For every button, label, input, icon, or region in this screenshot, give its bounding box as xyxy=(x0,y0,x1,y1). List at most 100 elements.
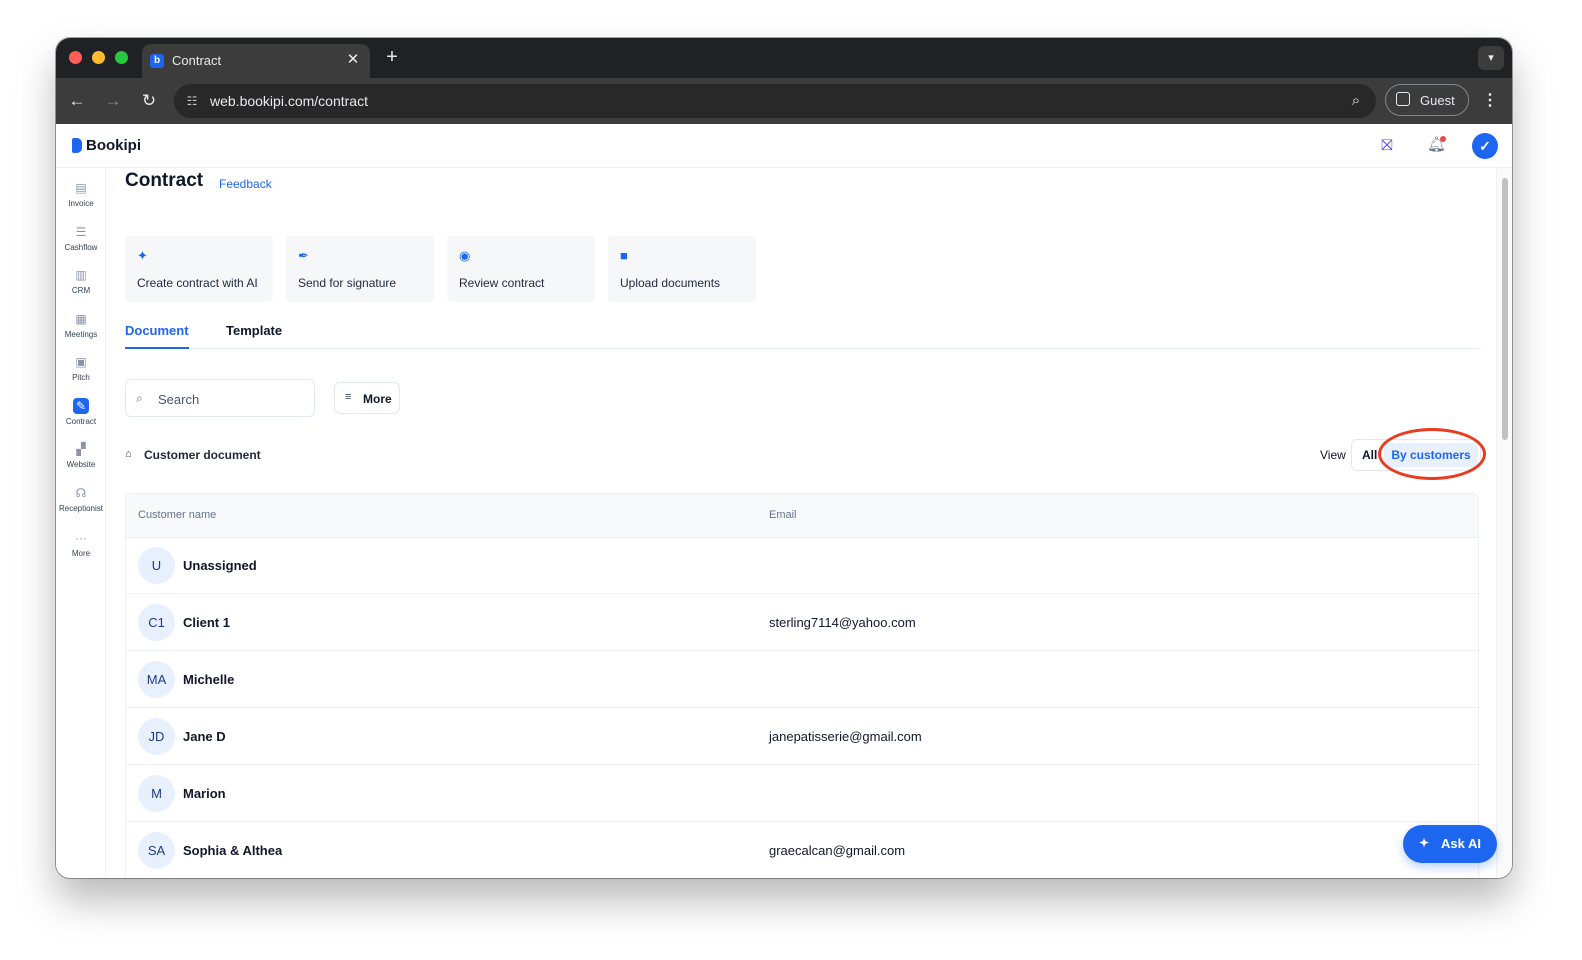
reload-icon[interactable]: ↻ xyxy=(138,90,160,112)
sidebar-item-contract[interactable]: ✎ Contract xyxy=(56,398,106,438)
sidebar-item-label: Website xyxy=(66,460,96,469)
action-label: Create contract with AI xyxy=(137,276,258,290)
account-avatar[interactable]: ✓ xyxy=(1472,133,1498,159)
contract-icon: ✎ xyxy=(73,398,89,414)
table-row[interactable]: M Marion xyxy=(126,765,1478,822)
sidebar-item-label: Contract xyxy=(65,417,97,426)
filter-icon: ≡ xyxy=(345,391,352,403)
document-tabs: Document Template xyxy=(125,319,1479,349)
address-bar[interactable]: ☷ web.bookipi.com/contract ⌕ xyxy=(174,84,1376,118)
gift-icon[interactable]: ⛝ xyxy=(1378,137,1396,155)
sparkle-icon: ✦ xyxy=(137,248,148,263)
chevron-down-icon[interactable]: ▾ xyxy=(1478,46,1504,70)
more-dots-icon: ··· xyxy=(75,531,87,545)
sidebar-item-receptionist[interactable]: ☊ Receptionist xyxy=(56,485,106,525)
highlight-annotation xyxy=(1378,428,1486,480)
review-contract-card[interactable]: ◉ Review contract xyxy=(447,236,595,302)
column-header-email: Email xyxy=(769,509,797,521)
table-row[interactable]: U Unassigned xyxy=(126,537,1478,594)
avatar: MA xyxy=(138,661,175,698)
table-row[interactable]: MA Michelle xyxy=(126,651,1478,708)
table-row[interactable]: C1 Client 1 sterling7114@yahoo.com xyxy=(126,594,1478,651)
view-label: View xyxy=(1320,448,1346,462)
bookipi-logo-icon xyxy=(72,138,82,153)
sidebar-item-label: Pitch xyxy=(72,373,90,382)
sidebar: ▤ Invoice ☰ Cashflow ▥ CRM ▦ Meetings ▣ … xyxy=(56,168,106,878)
new-tab-icon[interactable]: + xyxy=(382,47,402,67)
search-field[interactable]: ⌕ xyxy=(125,379,315,417)
customer-name: Unassigned xyxy=(183,558,257,573)
brand-name[interactable]: Bookipi xyxy=(86,137,141,154)
customer-email: sterling7114@yahoo.com xyxy=(769,615,916,630)
browser-menu-icon[interactable]: ⋮ xyxy=(1482,90,1498,112)
send-for-signature-card[interactable]: ✒ Send for signature xyxy=(286,236,434,302)
avatar: M xyxy=(138,775,175,812)
sidebar-item-crm[interactable]: ▥ CRM xyxy=(56,267,106,307)
avatar: SA xyxy=(138,832,175,869)
sidebar-item-label: Cashflow xyxy=(64,243,98,252)
minimize-window-button[interactable] xyxy=(92,51,105,64)
tab-template[interactable]: Template xyxy=(226,323,282,338)
scrollbar-thumb[interactable] xyxy=(1502,178,1508,440)
action-label: Send for signature xyxy=(298,276,397,290)
cashflow-icon: ☰ xyxy=(75,225,87,239)
sidebar-item-pitch[interactable]: ▣ Pitch xyxy=(56,354,106,394)
home-icon: ⌂ xyxy=(125,448,132,460)
customer-table: Customer name Email U Unassigned C1 Clie… xyxy=(125,493,1479,878)
page-title: Contract xyxy=(125,170,204,191)
eye-icon: ◉ xyxy=(459,248,471,263)
profile-button[interactable]: Guest xyxy=(1385,84,1469,116)
customer-name: Jane D xyxy=(183,729,226,744)
sidebar-item-invoice[interactable]: ▤ Invoice xyxy=(56,180,106,220)
website-icon: ▞ xyxy=(76,442,86,456)
pen-icon: ✒ xyxy=(298,248,309,263)
upload-documents-card[interactable]: ■ Upload documents xyxy=(608,236,756,302)
invoice-icon: ▤ xyxy=(75,181,87,195)
sidebar-item-label: Receptionist xyxy=(58,504,104,513)
profile-label: Guest xyxy=(1420,93,1455,108)
crm-icon: ▥ xyxy=(75,268,87,282)
url-text[interactable]: web.bookipi.com/contract xyxy=(210,93,368,109)
close-tab-icon[interactable]: ✕ xyxy=(344,51,362,69)
table-row[interactable]: JD Jane D janepatisserie@gmail.com xyxy=(126,708,1478,765)
customer-name: Sophia & Althea xyxy=(183,843,283,858)
sidebar-item-meetings[interactable]: ▦ Meetings xyxy=(56,311,106,351)
browser-toolbar: ← → ↻ ☷ web.bookipi.com/contract ⌕ Guest… xyxy=(56,78,1512,124)
table-row[interactable]: SA Sophia & Althea graecalcan@gmail.com xyxy=(126,822,1478,878)
view-all-option[interactable]: All xyxy=(1362,448,1377,462)
notification-dot xyxy=(1440,136,1446,142)
sparkle-icon: ✦ xyxy=(1419,836,1430,850)
sidebar-item-website[interactable]: ▞ Website xyxy=(56,441,106,481)
avatar: JD xyxy=(138,718,175,755)
more-filters-button[interactable]: ≡ More xyxy=(334,382,400,414)
more-filters-label: More xyxy=(363,392,392,406)
search-input[interactable] xyxy=(156,389,310,409)
avatar: U xyxy=(138,547,175,584)
profile-icon xyxy=(1396,92,1410,106)
sidebar-item-more[interactable]: ··· More xyxy=(56,530,106,570)
close-window-button[interactable] xyxy=(69,51,82,64)
tab-title: Contract xyxy=(172,53,222,68)
customer-email: graecalcan@gmail.com xyxy=(769,843,906,858)
sidebar-item-cashflow[interactable]: ☰ Cashflow xyxy=(56,224,106,264)
site-info-icon[interactable]: ☷ xyxy=(182,91,202,111)
feedback-link[interactable]: Feedback xyxy=(219,177,272,191)
page-scrollbar[interactable] xyxy=(1496,168,1512,878)
action-label: Upload documents xyxy=(620,276,721,290)
avatar: C1 xyxy=(138,604,175,641)
forward-arrow-icon[interactable]: → xyxy=(102,90,124,112)
ask-ai-label: Ask AI xyxy=(1441,836,1481,851)
create-contract-ai-card[interactable]: ✦ Create contract with AI xyxy=(125,236,273,302)
column-header-customer-name: Customer name xyxy=(138,509,217,521)
sidebar-item-label: Meetings xyxy=(64,330,98,339)
zoom-icon[interactable]: ⌕ xyxy=(1346,91,1366,111)
sidebar-item-label: CRM xyxy=(71,286,91,295)
sidebar-item-label: Invoice xyxy=(68,199,94,208)
folder-icon: ■ xyxy=(620,248,628,263)
browser-tab-contract[interactable]: b Contract ✕ xyxy=(142,44,370,78)
tab-document[interactable]: Document xyxy=(125,323,189,349)
ask-ai-button[interactable]: ✦ Ask AI xyxy=(1403,825,1497,863)
app-header: Bookipi ⛝ 🔔︎ ✓ xyxy=(56,124,1512,168)
back-arrow-icon[interactable]: ← xyxy=(66,90,88,112)
maximize-window-button[interactable] xyxy=(115,51,128,64)
